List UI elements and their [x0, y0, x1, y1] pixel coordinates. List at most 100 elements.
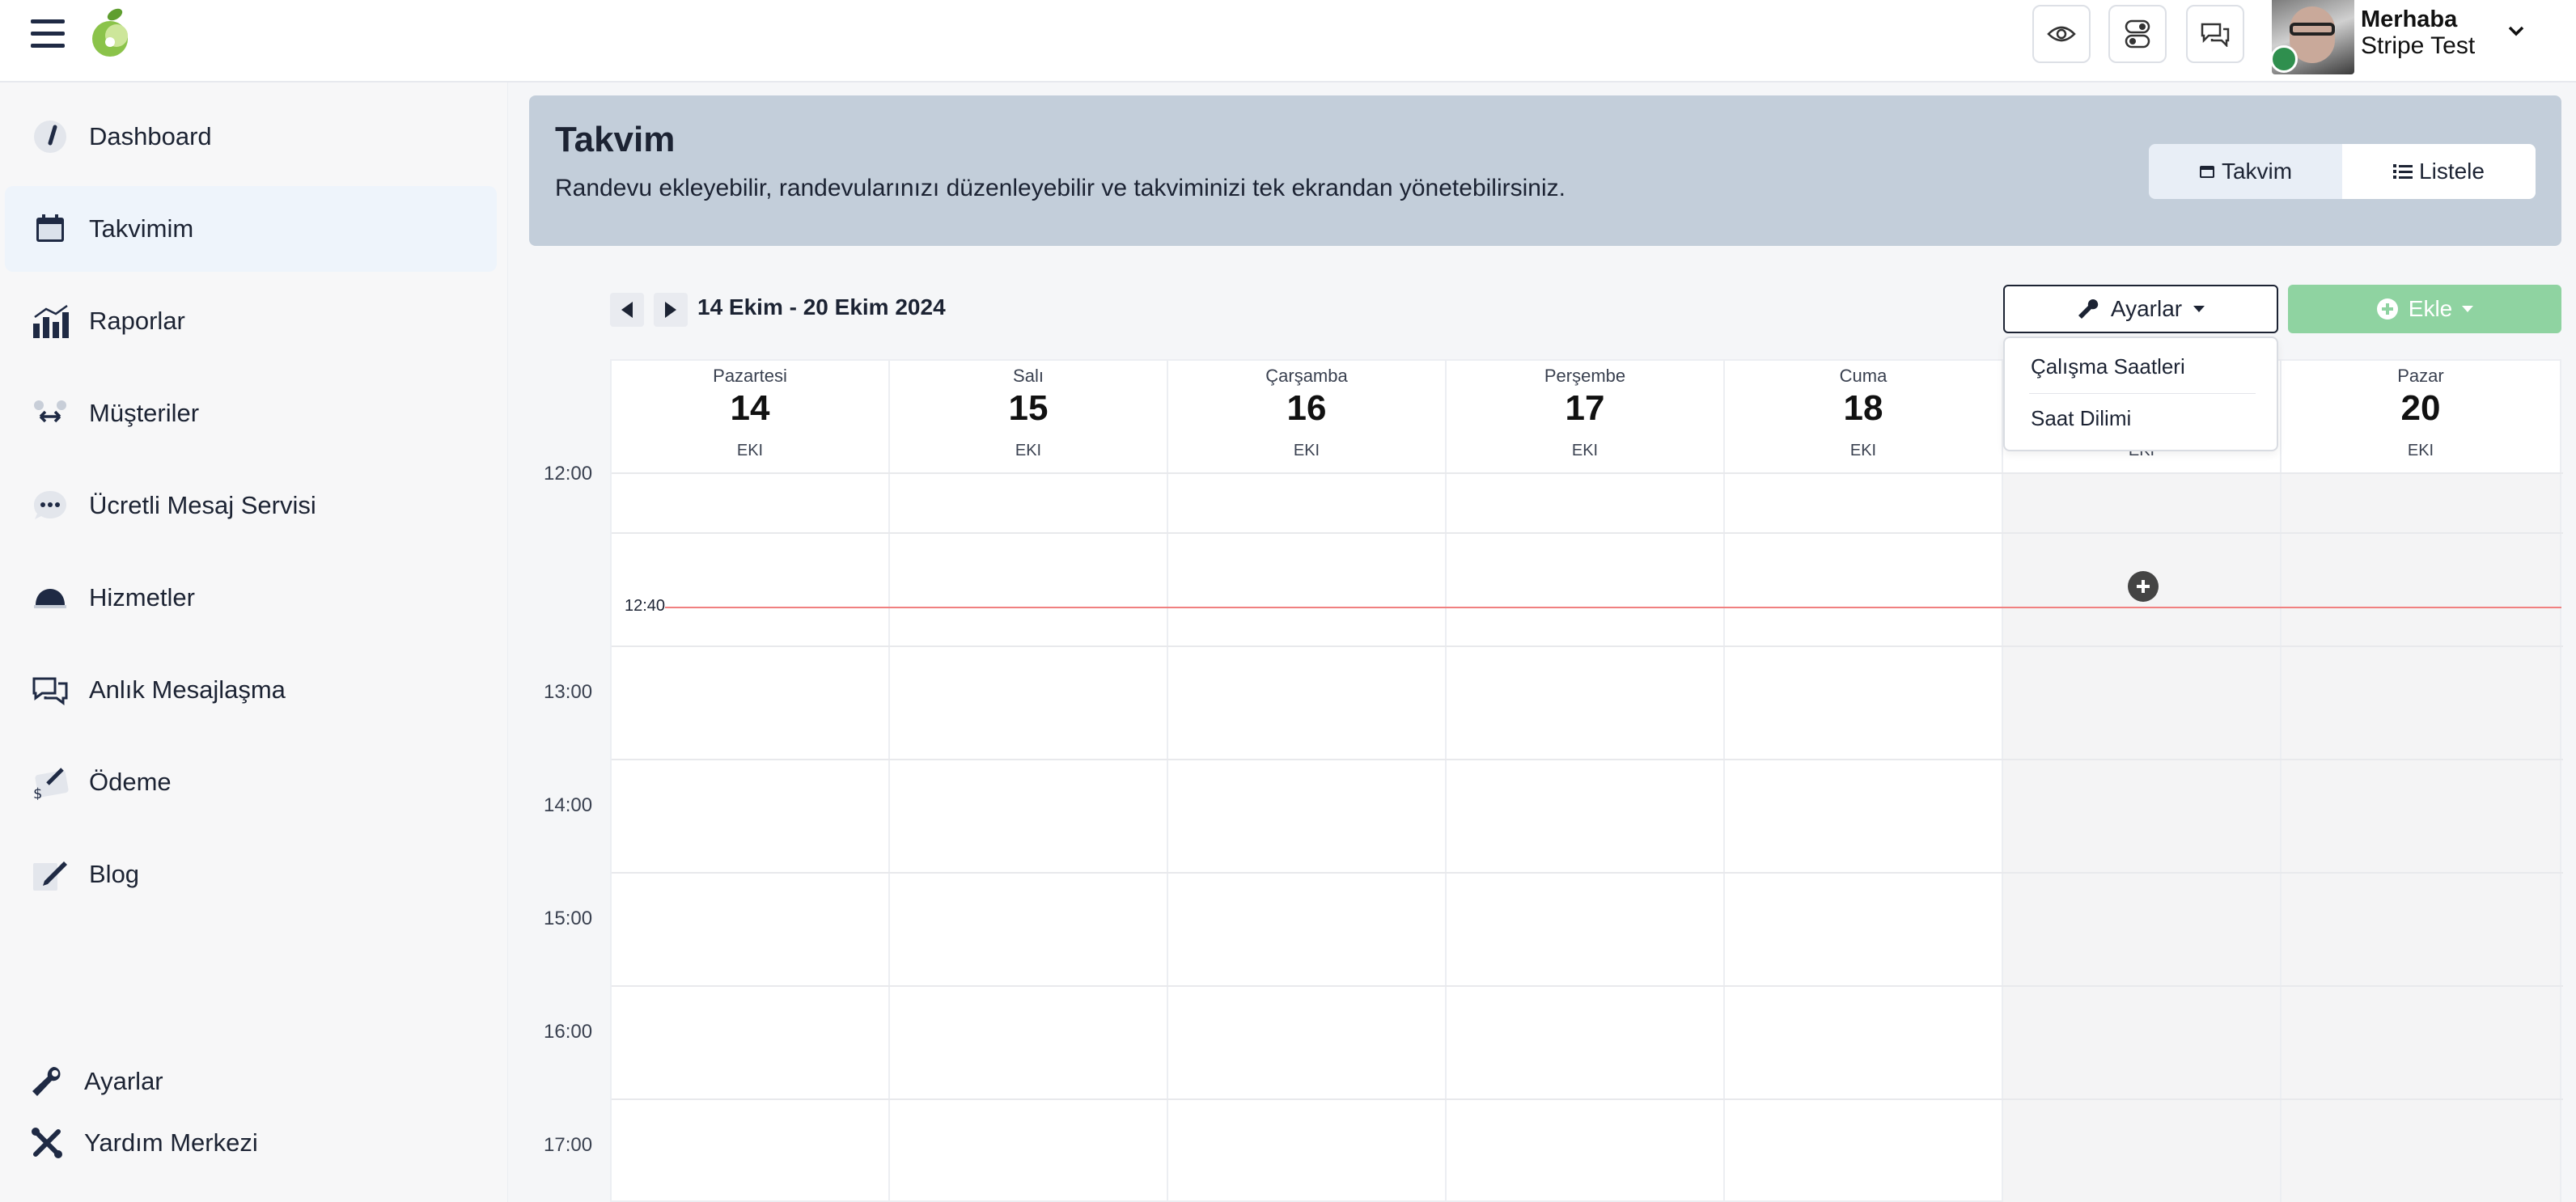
- sidebar-item-label: Müşteriler: [89, 399, 200, 427]
- list-icon: [2393, 164, 2413, 179]
- tools-icon: [26, 1122, 68, 1164]
- plus-circle-icon: [2376, 298, 2398, 320]
- add-label: Ekle: [2408, 296, 2453, 321]
- day-header: Salı 15 EKI: [890, 361, 1168, 472]
- bar-chart-icon: [29, 300, 71, 342]
- sidebar-item-label: Takvimim: [89, 214, 194, 243]
- sidebar-item-musteriler[interactable]: Müşteriler: [5, 370, 497, 456]
- calendar-icon: [29, 208, 71, 250]
- day-column[interactable]: [890, 472, 1168, 1202]
- page-header: Takvim Randevu ekleyebilir, randevuların…: [529, 95, 2561, 246]
- toggle-button[interactable]: [2108, 5, 2167, 63]
- sidebar-item-label: Ayarlar: [84, 1067, 163, 1095]
- day-month: EKI: [2407, 442, 2434, 459]
- settings-label: Ayarlar: [2110, 296, 2183, 321]
- day-month: EKI: [1293, 442, 1320, 459]
- message-dots-icon: [29, 485, 71, 527]
- sidebar-item-label: Raporlar: [89, 307, 185, 335]
- day-header: Cuma 18 EKI: [1725, 361, 2003, 472]
- day-month: EKI: [736, 442, 764, 459]
- day-month: EKI: [1015, 442, 1042, 459]
- day-column[interactable]: [612, 472, 890, 1202]
- add-button[interactable]: Ekle: [2288, 285, 2561, 333]
- sidebar-item-ayarlar[interactable]: Ayarlar: [5, 1053, 497, 1110]
- day-number: 16: [1286, 388, 1327, 428]
- sidebar-item-label: Blog: [89, 860, 140, 888]
- menu-icon[interactable]: [31, 19, 65, 49]
- wrench-icon: [2078, 299, 2099, 319]
- day-number: 20: [2400, 388, 2441, 428]
- dropdown-item-working-hours[interactable]: Çalışma Saatleri: [2031, 354, 2185, 379]
- day-month: EKI: [1571, 442, 1599, 459]
- day-header: Pazar 20 EKI: [2282, 361, 2560, 472]
- user-name: Stripe Test: [2361, 32, 2476, 59]
- sidebar-item-label: Anlık Mesajlaşma: [89, 675, 286, 704]
- previous-week-button[interactable]: [610, 293, 644, 327]
- current-time-label: 12:40: [625, 597, 666, 615]
- list-view-button[interactable]: Listele: [2342, 144, 2536, 199]
- hour-line: [612, 872, 2563, 874]
- dropdown-divider: [2029, 393, 2256, 394]
- app-logo[interactable]: [86, 6, 138, 60]
- caret-down-icon: [2462, 306, 2474, 312]
- settings-dropdown-button[interactable]: Ayarlar: [2003, 285, 2278, 333]
- gauge-icon: [29, 116, 71, 158]
- chat-bubbles-icon: [29, 669, 71, 711]
- day-name: Cuma: [1839, 366, 1888, 386]
- wrench-icon: [26, 1060, 68, 1103]
- user-greeting: Merhaba: [2361, 6, 2458, 32]
- time-label: 12:00: [544, 463, 593, 485]
- calendar-icon: [2199, 166, 2214, 178]
- chevron-down-icon[interactable]: [2506, 21, 2526, 40]
- online-status-icon: [2270, 45, 2298, 73]
- day-number: 15: [1008, 388, 1049, 428]
- day-name: Perşembe: [1544, 366, 1626, 386]
- next-week-button[interactable]: [654, 293, 688, 327]
- sidebar-item-label: Ödeme: [89, 768, 172, 796]
- sidebar-item-hizmetler[interactable]: Hizmetler: [5, 555, 497, 641]
- sidebar-item-ucretli-mesaj[interactable]: Ücretli Mesaj Servisi: [5, 463, 497, 548]
- day-name: Salı: [1013, 366, 1044, 386]
- day-name: Pazar: [2397, 366, 2444, 386]
- day-header: Çarşamba 16 EKI: [1168, 361, 1447, 472]
- day-column[interactable]: [1168, 472, 1447, 1202]
- day-header: Perşembe 17 EKI: [1447, 361, 1725, 472]
- day-name: Çarşamba: [1265, 366, 1348, 386]
- calendar-view-label: Takvim: [2221, 159, 2293, 184]
- chat-icon: [2201, 23, 2230, 47]
- users-icon: [29, 392, 71, 434]
- sidebar-item-dashboard[interactable]: Dashboard: [5, 94, 497, 180]
- chevron-right-icon: [665, 302, 676, 318]
- sidebar-item-anlik-mesajlasma[interactable]: Anlık Mesajlaşma: [5, 647, 497, 733]
- hour-line: [612, 472, 2563, 474]
- dropdown-item-time-zone[interactable]: Saat Dilimi: [2031, 406, 2131, 431]
- time-label: 16:00: [544, 1021, 593, 1043]
- calendar-view-button[interactable]: Takvim: [2149, 144, 2342, 199]
- time-label: 15:00: [544, 908, 593, 929]
- day-column[interactable]: [1725, 472, 2003, 1202]
- sidebar-item-odeme[interactable]: $ Ödeme: [5, 739, 497, 825]
- svg-text:$: $: [33, 785, 42, 800]
- eye-icon: [2047, 26, 2076, 42]
- day-column[interactable]: [2282, 472, 2560, 1202]
- sidebar-item-label: Ücretli Mesaj Servisi: [89, 491, 316, 519]
- day-column[interactable]: [1447, 472, 1725, 1202]
- sidebar-item-takvimim[interactable]: Takvimim: [5, 186, 497, 272]
- sidebar-item-yardim-merkezi[interactable]: Yardım Merkezi: [5, 1115, 497, 1171]
- page-description: Randevu ekleyebilir, randevularınızı düz…: [555, 175, 1566, 201]
- day-number: 18: [1843, 388, 1883, 428]
- hour-line: [612, 759, 2563, 760]
- sidebar-item-raporlar[interactable]: Raporlar: [5, 278, 497, 364]
- day-name: Pazartesi: [713, 366, 787, 386]
- day-number: 14: [730, 388, 770, 428]
- sidebar: Dashboard Takvimim Raporlar Müşteriler Ü…: [0, 83, 508, 1202]
- add-appointment-icon[interactable]: [2128, 571, 2159, 602]
- chevron-left-icon: [621, 302, 633, 318]
- day-number: 17: [1565, 388, 1605, 428]
- time-label: 14:00: [544, 794, 593, 816]
- preview-button[interactable]: [2032, 5, 2091, 63]
- toggle-icon: [2125, 19, 2150, 49]
- messages-button[interactable]: [2186, 5, 2244, 63]
- sidebar-item-blog[interactable]: Blog: [5, 832, 497, 917]
- day-month: EKI: [1849, 442, 1877, 459]
